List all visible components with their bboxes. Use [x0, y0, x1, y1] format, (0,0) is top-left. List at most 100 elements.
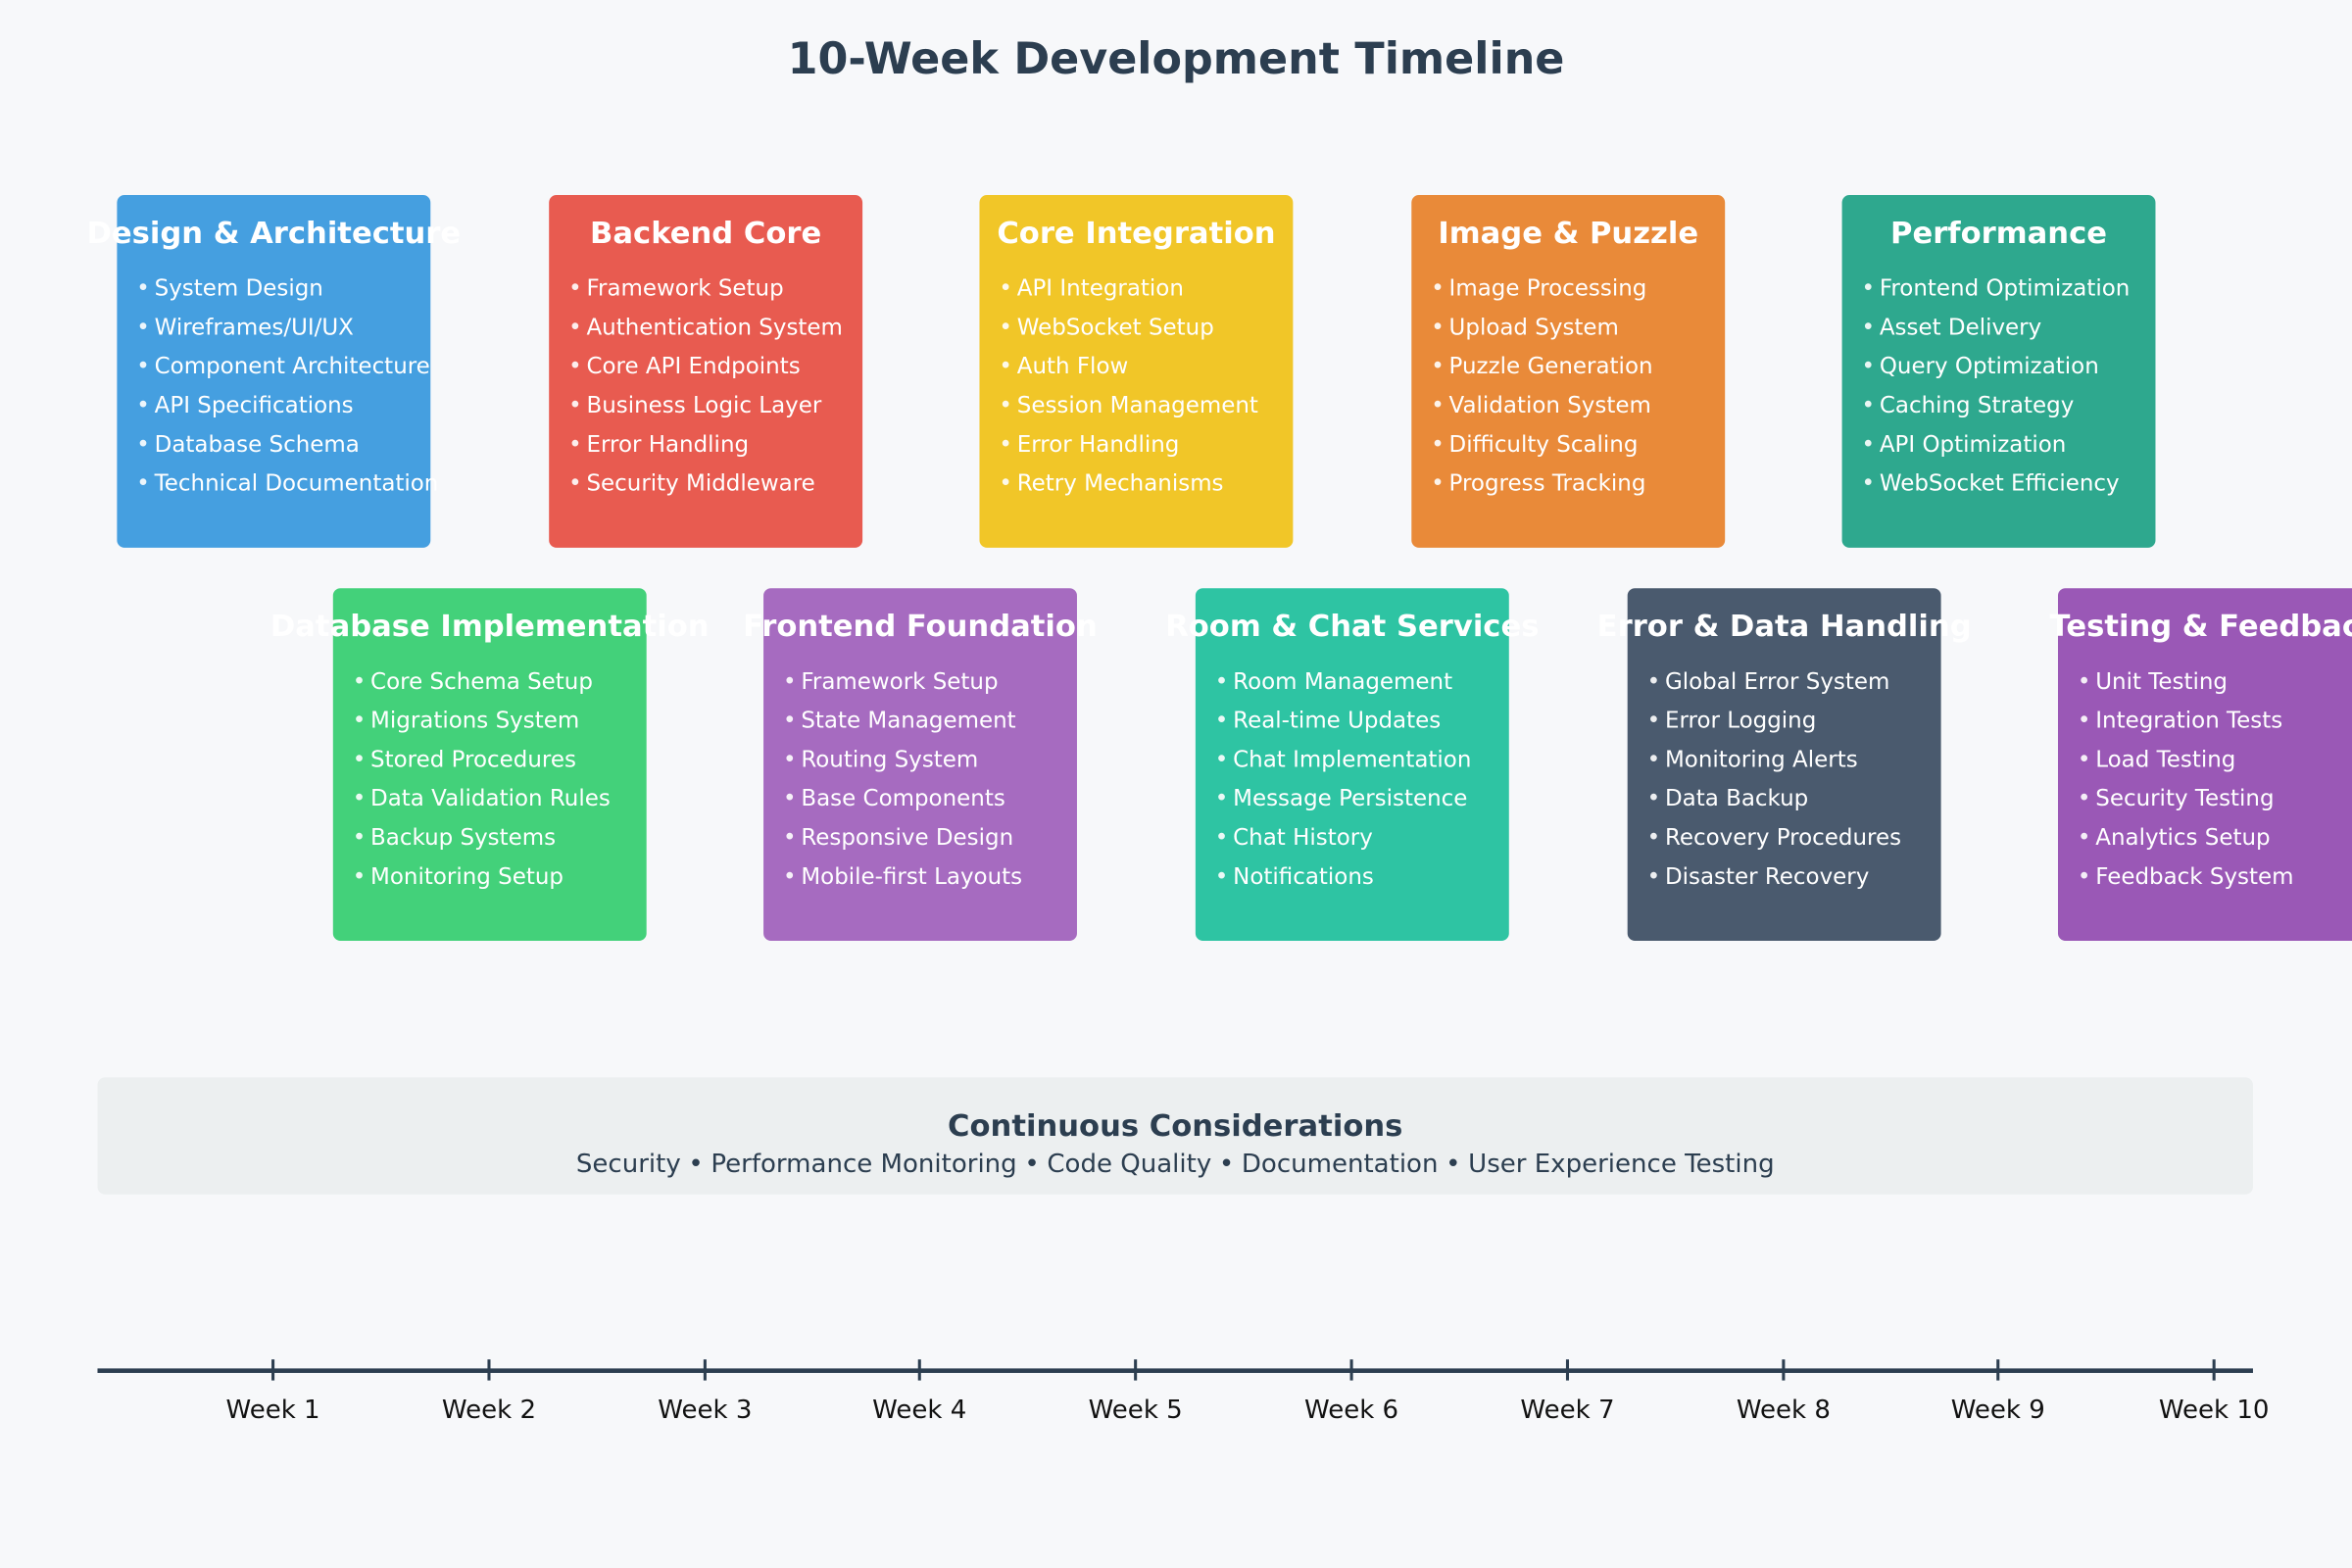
bullet-icon: • — [1214, 707, 1229, 734]
bullet-icon: • — [2077, 823, 2091, 852]
phase-card-week-4: Frontend Foundation • Framework Setup • Stat… — [743, 588, 1098, 941]
task-label: Mobile-first Layouts — [801, 862, 1023, 890]
week-label: Week 3 — [658, 1395, 753, 1426]
phase-card-week-8: Error & Data Handling • Global Error Syste… — [1597, 588, 1972, 941]
bullet-icon: • — [999, 274, 1012, 302]
task-label: Database Schema — [154, 430, 360, 458]
phase-task-item: • Session Management — [999, 385, 1258, 424]
phase-task-item: • Caching Strategy — [1861, 385, 2130, 424]
bullet-icon: • — [2077, 667, 2091, 695]
week-label: Week 9 — [1950, 1395, 2045, 1426]
phase-task-item: • System Design — [136, 269, 438, 308]
bullet-icon: • — [1861, 274, 1876, 302]
bullet-icon: • — [999, 430, 1012, 458]
bullet-icon: • — [136, 313, 150, 341]
phase-task-item: • Monitoring Setup — [353, 857, 611, 896]
task-label: Asset Delivery — [1879, 313, 2042, 341]
bullet-icon: • — [136, 391, 150, 419]
phase-task-item: • Query Optimization — [1861, 347, 2130, 386]
phase-task-item: • API Specifications — [136, 385, 438, 424]
bullet-icon: • — [1214, 862, 1229, 890]
phase-task-item: • WebSocket Efficiency — [1861, 464, 2130, 503]
bullet-icon: • — [1646, 707, 1661, 734]
phase-task-item: • Retry Mechanisms — [999, 464, 1258, 503]
task-label: Analytics Setup — [2095, 823, 2271, 852]
phase-task-item: • Message Persistence — [1215, 779, 1472, 818]
week-tick — [703, 1359, 707, 1381]
phase-card-week-6: Room & Chat Services • Room Management • Rea… — [1165, 588, 1539, 941]
phase-title: Frontend Foundation — [743, 608, 1098, 644]
phase-task-item: • Asset Delivery — [1861, 308, 2130, 347]
phase-task-item: • Error Handling — [999, 424, 1258, 464]
phase-task-item: • Difficulty Scaling — [1431, 424, 1652, 464]
task-label: API Integration — [1016, 274, 1184, 302]
separator-dot: • — [1024, 1149, 1040, 1180]
task-label: Error Handling — [1016, 430, 1180, 458]
phase-task-item: • Core API Endpoints — [568, 347, 843, 386]
bullet-icon: • — [2077, 707, 2091, 734]
phase-task-item: • Room Management — [1215, 662, 1472, 701]
phase-task-item: • Authentication System — [568, 308, 843, 347]
task-label: Notifications — [1233, 862, 1374, 890]
phase-task-item: • Error Logging — [1647, 701, 1901, 740]
bullet-icon: • — [1431, 430, 1445, 458]
task-label: WebSocket Efficiency — [1879, 469, 2120, 497]
bullet-icon: • — [568, 469, 582, 497]
bullet-icon: • — [1214, 823, 1229, 852]
bullet-icon: • — [1646, 745, 1661, 773]
bullet-icon: • — [1646, 784, 1661, 812]
week-label: Week 1 — [225, 1395, 320, 1426]
phase-task-item: • Disaster Recovery — [1647, 857, 1901, 896]
phase-task-list: • API Integration • WebSocket Setup • Auth Fl… — [999, 269, 1258, 503]
bullet-icon: • — [1646, 862, 1661, 890]
phase-task-item: • Recovery Procedures — [1647, 817, 1901, 857]
week-label: Week 2 — [441, 1395, 537, 1426]
task-label: Data Backup — [1664, 784, 1809, 812]
week-label: Week 6 — [1304, 1395, 1399, 1426]
phase-task-item: • Upload System — [1431, 308, 1652, 347]
bullet-icon: • — [1431, 352, 1445, 380]
task-label: Chat Implementation — [1233, 745, 1472, 773]
bullet-icon: • — [782, 745, 797, 773]
task-label: Retry Mechanisms — [1016, 469, 1224, 497]
bullet-icon: • — [782, 862, 797, 890]
separator-dot: • — [1218, 1149, 1235, 1180]
bullet-icon: • — [1861, 352, 1876, 380]
bullet-icon: • — [352, 707, 367, 734]
bullet-icon: • — [352, 745, 367, 773]
phase-task-item: • Puzzle Generation — [1431, 347, 1652, 386]
phase-card-week-10: Testing & Feedback • Unit Testing • Integrat… — [2050, 588, 2352, 941]
phase-task-item: • WebSocket Setup — [999, 308, 1258, 347]
phase-card-week-1: Design & Architecture • System Design • Wire… — [86, 195, 461, 548]
bullet-icon: • — [352, 823, 367, 852]
week-tick — [2212, 1359, 2216, 1381]
task-label: Difficulty Scaling — [1448, 430, 1639, 458]
bullet-icon: • — [136, 469, 150, 497]
bullet-icon: • — [1646, 823, 1661, 852]
week-label: Week 5 — [1088, 1395, 1183, 1426]
bullet-icon: • — [999, 391, 1012, 419]
task-label: Validation System — [1448, 391, 1651, 419]
phase-task-item: • Image Processing — [1431, 269, 1652, 308]
task-label: Query Optimization — [1879, 352, 2099, 380]
phase-title: Backend Core — [590, 214, 822, 251]
continuous-considerations-panel: Continuous Considerations Security • Perfo… — [97, 1077, 2253, 1195]
task-label: Core API Endpoints — [586, 352, 801, 380]
phase-task-list: • Frontend Optimization • Asset Delivery • Qu… — [1861, 269, 2130, 503]
task-label: Framework Setup — [801, 667, 999, 695]
task-label: System Design — [154, 274, 323, 302]
phase-task-item: • Backup Systems — [353, 817, 611, 857]
phase-task-item: • Wireframes/UI/UX — [136, 308, 438, 347]
timeline-axis — [97, 1368, 2253, 1373]
task-label: Core Schema Setup — [370, 667, 593, 695]
task-label: Progress Tracking — [1448, 469, 1646, 497]
task-label: State Management — [801, 707, 1016, 734]
task-label: Framework Setup — [586, 274, 784, 302]
task-label: Routing System — [801, 745, 979, 773]
phase-task-list: • Core Schema Setup • Migrations System • Sto… — [353, 662, 611, 896]
phase-task-item: • Database Schema — [136, 424, 438, 464]
week-tick — [1349, 1359, 1353, 1381]
task-label: Integration Tests — [2095, 707, 2283, 734]
task-label: Stored Procedures — [370, 745, 576, 773]
phase-card-week-2: Database Implementation • Core Schema Setu… — [270, 588, 710, 941]
